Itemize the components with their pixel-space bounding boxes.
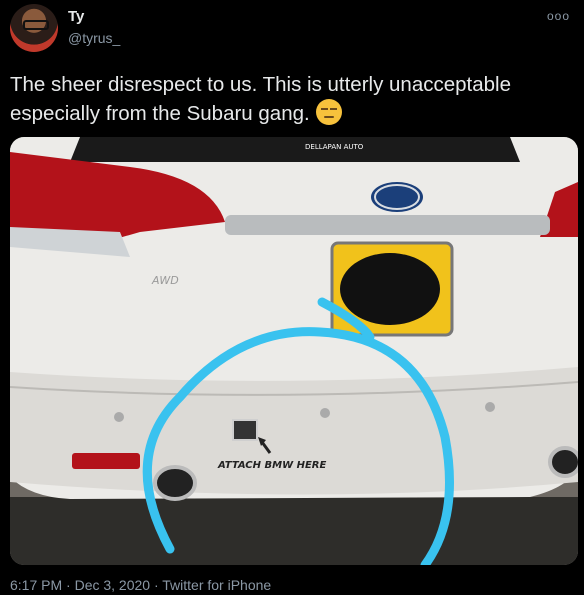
tweet-body: The sheer disrespect to us. This is utte…: [10, 73, 511, 125]
author-handle[interactable]: @tyrus_: [68, 30, 120, 46]
tweet-timestamp[interactable]: 6:17 PM · Dec 3, 2020 · Twitter for iPho…: [10, 577, 271, 593]
tweet-photo[interactable]: AWD DELLAPAN AUTO ATTACH BMW HERE: [10, 137, 578, 565]
awd-badge: AWD: [151, 274, 179, 287]
more-options-icon[interactable]: ooo: [547, 9, 570, 23]
avatar[interactable]: [10, 4, 58, 52]
tweet-text: The sheer disrespect to us. This is utte…: [10, 70, 575, 128]
unamused-face-icon: [315, 99, 342, 125]
car-photo-illustration: AWD DELLAPAN AUTO ATTACH BMW HERE: [10, 137, 578, 565]
attach-bmw-text: ATTACH BMW HERE: [217, 460, 326, 471]
dealer-sticker: DELLAPAN AUTO: [305, 143, 364, 151]
author-name[interactable]: Ty: [68, 8, 84, 25]
